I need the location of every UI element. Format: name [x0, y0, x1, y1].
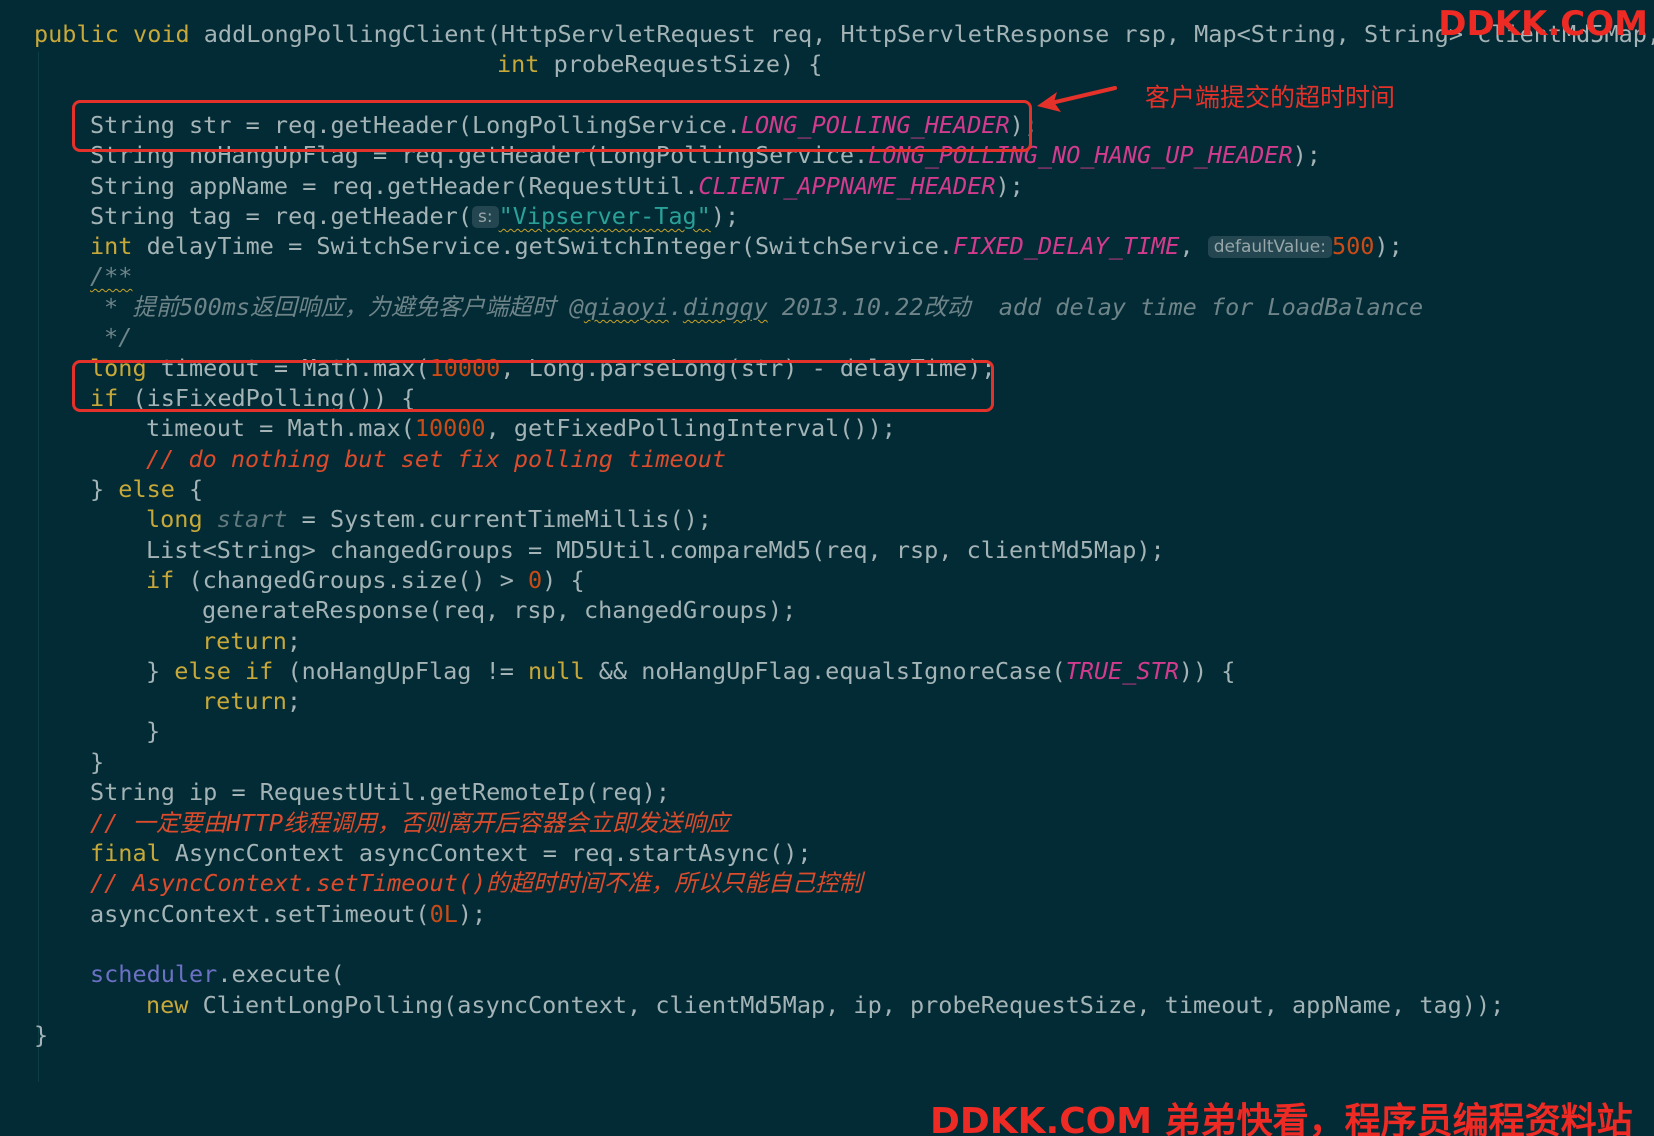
annotation-label: 客户端提交的超时时间 [1145, 83, 1396, 112]
doc-comment-end: */ [104, 323, 133, 351]
code-line-8: /** [90, 260, 132, 292]
parameter-hint: defaultValue: [1207, 236, 1332, 258]
arrow-icon [1037, 86, 1117, 112]
line-comment: // AsyncContext.setTimeout()的超时时间不准，所以只能… [90, 869, 863, 897]
code-line-14: // do nothing but set fix polling timeou… [146, 443, 726, 475]
code-line-24: } [90, 748, 105, 776]
code-line-7: int delayTime = SwitchService.getSwitchI… [90, 232, 1403, 260]
watermark-bottom: DDKK.COM 弟弟快看，程序员编程资料站 [930, 1101, 1633, 1136]
code-editor[interactable]: public void addLongPollingClient(HttpSer… [0, 0, 1654, 1136]
code-line-23: } [146, 717, 161, 745]
code-line-31: new ClientLongPolling(asyncContext, clie… [146, 991, 1505, 1019]
code-line-2: int probeRequestSize) { [497, 50, 823, 78]
code-line-1: public void addLongPollingClient(HttpSer… [34, 18, 1654, 50]
indent-guide [38, 52, 39, 1082]
code-line-25: String ip = RequestUtil.getRemoteIp(req)… [90, 778, 671, 806]
watermark-top: DDKK.COM [1438, 4, 1648, 44]
keyword-public: public [34, 20, 119, 48]
parameter-hint: s: [472, 206, 499, 228]
keyword-void: void [133, 20, 190, 48]
highlight-box-timeout-line [72, 360, 994, 412]
code-line-21: } else if (noHangUpFlag != null && noHan… [146, 657, 1236, 685]
code-line-29: asyncContext.setTimeout(0L); [90, 900, 487, 928]
code-line-26: // 一定要由HTTP线程调用，否则离开后容器会立即发送响应 [90, 807, 730, 839]
code-line-18: if (changedGroups.size() > 0) { [146, 566, 585, 594]
code-line-10: */ [104, 321, 132, 353]
code-line-27: final AsyncContext asyncContext = req.st… [90, 839, 812, 867]
code-line-17: List<String> changedGroups = MD5Util.com… [146, 536, 1165, 564]
field-scheduler: scheduler [90, 960, 218, 988]
code-line-19: generateResponse(req, rsp, changedGroups… [202, 596, 797, 624]
code-line-32: } [34, 1021, 49, 1049]
code-line-20: return; [202, 627, 302, 655]
code-line-28: // AsyncContext.setTimeout()的超时时间不准，所以只能… [90, 867, 862, 899]
code-line-13: timeout = Math.max(10000, getFixedPollin… [146, 414, 896, 442]
code-line-5: String appName = req.getHeader(RequestUt… [90, 172, 1024, 200]
code-line-9: * 提前500ms返回响应，为避免客户端超时 @qiaoyi.dingqy 20… [104, 293, 1424, 321]
code-line-22: return; [202, 687, 302, 715]
string-literal: "Vipserver-Tag" [498, 202, 711, 230]
code-line-15: } else { [90, 475, 204, 503]
line-comment: // 一定要由HTTP线程调用，否则离开后容器会立即发送响应 [90, 809, 730, 837]
code-line-30: scheduler.execute( [90, 960, 345, 988]
line-comment: // do nothing but set fix polling timeou… [146, 445, 727, 473]
doc-comment-start: /** [90, 262, 133, 290]
method-signature: addLongPollingClient(HttpServletRequest … [189, 20, 1654, 48]
unused-variable: start [216, 505, 288, 533]
code-line-16: long start = System.currentTimeMillis(); [146, 505, 712, 533]
code-line-6: String tag = req.getHeader(s: "Vipserver-… [90, 202, 740, 230]
highlight-box-header-line [72, 100, 1032, 152]
